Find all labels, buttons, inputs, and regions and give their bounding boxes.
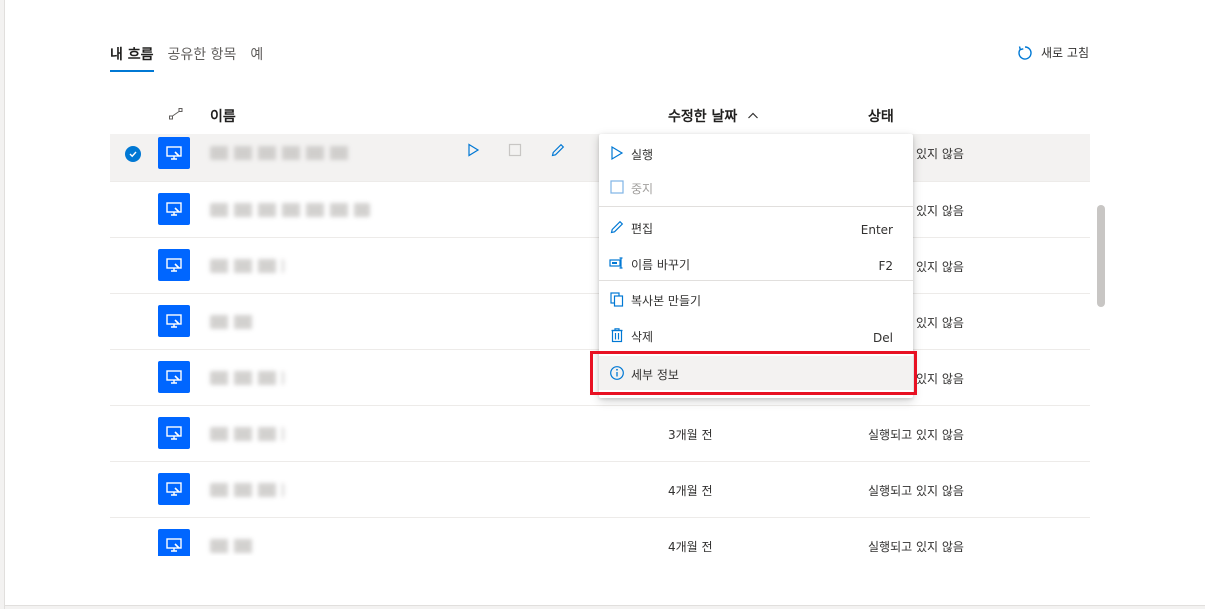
menu-item-run-label: 실행 xyxy=(631,148,654,162)
menu-item-delete-label: 삭제 xyxy=(631,330,654,344)
stop-icon xyxy=(610,180,624,194)
menu-item-copy-label: 복사본 만들기 xyxy=(631,294,702,308)
flow-name-redacted[interactable] xyxy=(210,203,370,217)
copy-icon xyxy=(610,292,624,307)
flow-list-header: 이름 수정한 날짜 상태 xyxy=(110,100,1090,132)
column-header-status[interactable]: 상태 xyxy=(868,106,894,126)
power-automate-desktop-window: 내 흐름 공유한 항목 예 새로 고침 이름 수정한 날짜 상태 실행되고 있지… xyxy=(0,0,1205,609)
flow-modified-date: 4개월 전 xyxy=(668,484,713,498)
flow-name-redacted[interactable] xyxy=(210,146,350,160)
desktop-flow-icon xyxy=(158,361,190,393)
vertical-scrollbar-thumb[interactable] xyxy=(1097,205,1105,307)
refresh-button[interactable]: 새로 고침 xyxy=(1017,44,1089,61)
flow-type-column-icon[interactable] xyxy=(168,106,184,122)
desktop-flow-icon xyxy=(158,529,190,556)
menu-item-details-label: 세부 정보 xyxy=(631,368,679,382)
refresh-label: 새로 고침 xyxy=(1041,46,1089,60)
flow-tabs: 내 흐름 공유한 항목 예 xyxy=(110,44,263,72)
menu-item-edit[interactable]: 편집 Enter xyxy=(599,210,913,244)
flow-name-redacted[interactable] xyxy=(210,259,284,273)
flow-name-redacted[interactable] xyxy=(210,371,284,385)
table-row[interactable]: 4개월 전 실행되고 있지 않음 xyxy=(110,462,1090,518)
desktop-flow-icon xyxy=(158,249,190,281)
menu-item-delete-shortcut: Del xyxy=(873,331,893,345)
flow-name-redacted[interactable] xyxy=(210,427,284,441)
window-bottom-edge xyxy=(5,605,1205,609)
refresh-icon xyxy=(1018,45,1032,60)
row-actions xyxy=(466,142,566,158)
flow-context-menu: 실행 중지 편집 Enter 이름 바꾸기 F2 복사본 만들기 삭제 Del xyxy=(599,134,913,398)
tab-shared-with-me[interactable]: 공유한 항목 xyxy=(168,44,237,72)
stop-icon[interactable] xyxy=(508,143,522,157)
desktop-flow-icon xyxy=(158,417,190,449)
row-selected-check-icon[interactable] xyxy=(125,146,141,162)
flow-name-redacted[interactable] xyxy=(210,539,256,553)
rename-icon xyxy=(609,257,623,269)
flow-name-redacted[interactable] xyxy=(210,315,256,329)
delete-icon xyxy=(611,328,623,343)
flow-name-redacted[interactable] xyxy=(210,483,284,497)
menu-item-stop-label: 중지 xyxy=(631,182,654,196)
menu-item-rename-shortcut: F2 xyxy=(878,259,893,273)
flow-modified-date: 4개월 전 xyxy=(668,540,713,554)
column-header-modified[interactable]: 수정한 날짜 xyxy=(668,106,759,126)
window-left-edge xyxy=(0,0,5,609)
menu-item-run[interactable]: 실행 xyxy=(599,136,913,170)
menu-item-copy[interactable]: 복사본 만들기 xyxy=(599,282,913,316)
menu-item-edit-shortcut: Enter xyxy=(860,223,893,237)
table-row[interactable]: 3개월 전 실행되고 있지 않음 xyxy=(110,406,1090,462)
column-header-modified-label: 수정한 날짜 xyxy=(668,109,738,125)
run-icon[interactable] xyxy=(466,143,480,157)
flow-status: 실행되고 있지 않음 xyxy=(868,428,964,442)
desktop-flow-icon xyxy=(158,305,190,337)
run-icon xyxy=(611,145,624,161)
flow-modified-date: 3개월 전 xyxy=(668,428,713,442)
menu-separator xyxy=(599,352,913,353)
column-header-name[interactable]: 이름 xyxy=(210,106,236,126)
tab-my-flows[interactable]: 내 흐름 xyxy=(110,44,154,72)
edit-icon xyxy=(610,220,624,234)
desktop-flow-icon xyxy=(158,473,190,505)
info-icon xyxy=(610,366,624,380)
menu-item-delete[interactable]: 삭제 Del xyxy=(599,318,913,352)
flow-status: 실행되고 있지 않음 xyxy=(868,540,964,554)
flow-status: 실행되고 있지 않음 xyxy=(868,484,964,498)
menu-item-details[interactable]: 세부 정보 xyxy=(599,356,913,390)
sort-ascending-icon xyxy=(748,112,759,119)
menu-separator xyxy=(599,280,913,281)
menu-item-edit-label: 편집 xyxy=(631,222,654,236)
desktop-flow-icon xyxy=(158,193,190,225)
edit-icon[interactable] xyxy=(550,142,566,158)
table-row[interactable]: 4개월 전 실행되고 있지 않음 xyxy=(110,518,1090,556)
menu-separator xyxy=(599,206,913,207)
tab-examples[interactable]: 예 xyxy=(250,44,263,72)
menu-item-stop[interactable]: 중지 xyxy=(599,170,913,204)
desktop-flow-icon xyxy=(158,137,190,169)
menu-item-rename[interactable]: 이름 바꾸기 F2 xyxy=(599,246,913,280)
menu-item-rename-label: 이름 바꾸기 xyxy=(631,258,691,272)
